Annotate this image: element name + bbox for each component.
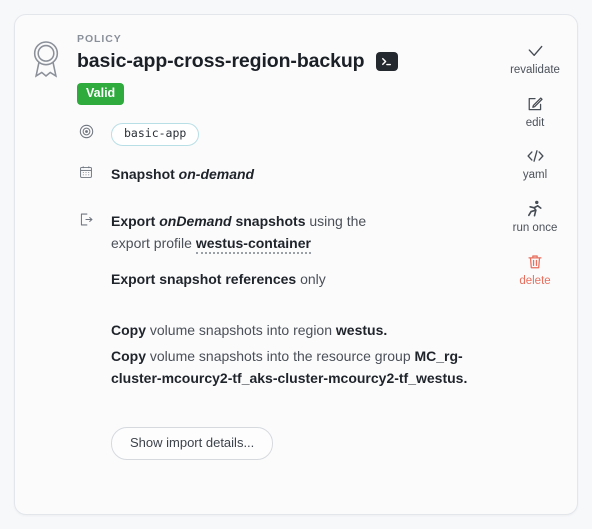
yaml-button[interactable]: yaml xyxy=(523,146,547,182)
export-line-2: Export snapshot references only xyxy=(111,269,485,291)
copy-line-resource-group: Copy volume snapshots into the resource … xyxy=(111,346,485,389)
policy-card: POLICY basic-app-cross-region-backup Val… xyxy=(14,14,578,515)
snapshot-row: Snapshot on-demand xyxy=(77,164,485,186)
target-chip[interactable]: basic-app xyxy=(111,122,200,146)
copy-text-2: volume snapshots into the resource group xyxy=(149,348,411,365)
copy-line-region: Copy volume snapshots into region westus… xyxy=(111,320,485,342)
page-title: basic-app-cross-region-backup xyxy=(77,50,365,72)
revalidate-button[interactable]: revalidate xyxy=(510,41,560,77)
export-word-export: Export xyxy=(111,213,156,230)
export-references-qualifier: only xyxy=(300,270,326,287)
export-profile-value[interactable]: westus-container xyxy=(195,234,311,254)
card-footer: Show import details... xyxy=(111,427,485,461)
export-references-label: Export snapshot references xyxy=(111,270,297,287)
yaml-label: yaml xyxy=(522,169,548,182)
export-row: Export onDemand snapshots using the expo… xyxy=(77,211,485,292)
revalidate-label: revalidate xyxy=(510,64,560,76)
target-icon xyxy=(77,123,95,139)
snapshot-line: Snapshot on-demand xyxy=(111,164,485,186)
award-ribbon-icon xyxy=(29,39,63,79)
calendar-icon xyxy=(77,164,95,179)
status-badge: Valid xyxy=(77,83,125,105)
delete-label: delete xyxy=(519,274,551,287)
edit-label: edit xyxy=(525,116,545,129)
code-icon xyxy=(525,146,546,166)
policy-content: POLICY basic-app-cross-region-backup Val… xyxy=(77,15,493,514)
export-icon xyxy=(77,211,95,227)
run-once-button[interactable]: run once xyxy=(512,199,558,235)
target-row: basic-app xyxy=(77,122,485,146)
export-mode: onDemand xyxy=(159,213,232,230)
award-gutter xyxy=(15,15,77,514)
check-icon xyxy=(526,41,545,61)
show-import-details-button[interactable]: Show import details... xyxy=(111,427,274,461)
delete-button[interactable]: delete xyxy=(519,252,551,288)
title-row: basic-app-cross-region-backup xyxy=(77,50,485,72)
trash-icon xyxy=(526,252,544,272)
edit-button[interactable]: edit xyxy=(525,94,545,130)
copy-block: Copy volume snapshots into region westus… xyxy=(111,320,485,389)
terminal-icon[interactable] xyxy=(375,52,398,72)
export-word-using: using the xyxy=(309,213,367,230)
pencil-square-icon xyxy=(526,94,544,114)
copy-period-2: . xyxy=(463,369,468,386)
snapshot-value: on-demand xyxy=(178,165,255,182)
export-word-snapshots: snapshots xyxy=(235,213,306,230)
copy-region-value: westus xyxy=(335,322,384,339)
copy-text-1: volume snapshots into region xyxy=(149,322,332,339)
copy-verb-2: Copy xyxy=(111,348,146,365)
action-rail: revalidate edit yaml run once delete xyxy=(493,15,577,514)
runner-icon xyxy=(525,199,544,219)
policy-eyebrow: POLICY xyxy=(77,33,122,45)
export-profile-label: export profile xyxy=(111,234,192,251)
snapshot-label: Snapshot xyxy=(111,165,175,182)
run-once-label: run once xyxy=(512,221,558,234)
copy-verb-1: Copy xyxy=(111,322,146,339)
copy-period-1: . xyxy=(383,322,388,339)
export-line-1: Export onDemand snapshots using the expo… xyxy=(111,211,485,254)
